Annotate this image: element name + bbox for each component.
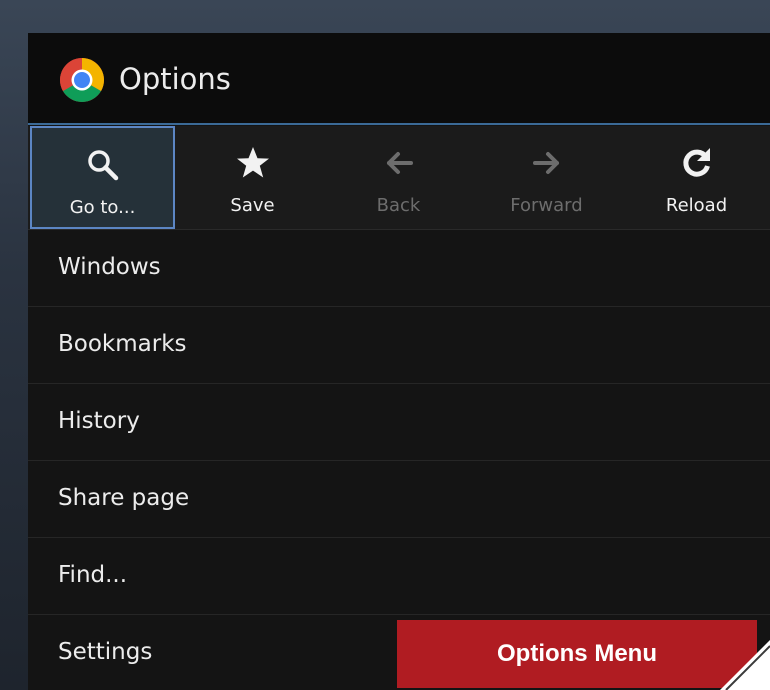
- menu-item-share-page[interactable]: Share page: [28, 461, 770, 538]
- forward-label: Forward: [510, 195, 583, 216]
- menu-item-label: Settings: [58, 639, 153, 665]
- star-icon: [236, 147, 269, 178]
- chrome-logo-icon: [60, 58, 104, 102]
- menu-item-label: Share page: [58, 485, 190, 511]
- menu-item-bookmarks[interactable]: Bookmarks: [28, 307, 770, 384]
- quick-actions-toolbar: Go to... Save Back Forward Reload: [28, 126, 770, 230]
- save-label: Save: [230, 195, 275, 216]
- menu-item-find[interactable]: Find...: [28, 538, 770, 615]
- arrow-left-icon: [386, 152, 413, 174]
- go-to-button[interactable]: Go to...: [30, 126, 175, 229]
- back-button[interactable]: Back: [326, 126, 471, 229]
- reload-icon: [682, 148, 710, 177]
- reload-label: Reload: [665, 195, 728, 216]
- forward-button[interactable]: Forward: [474, 126, 619, 229]
- menu-item-label: History: [58, 408, 140, 434]
- menu-item-windows[interactable]: Windows: [28, 230, 770, 307]
- page-corner-fold: [720, 640, 770, 690]
- arrow-right-icon: [532, 152, 559, 174]
- menu-item-label: Find...: [58, 562, 128, 588]
- menu-item-history[interactable]: History: [28, 384, 770, 461]
- save-button[interactable]: Save: [180, 126, 325, 229]
- menu-title: Options: [119, 62, 231, 96]
- caption-banner: Options Menu: [397, 620, 757, 688]
- go-to-label: Go to...: [69, 197, 136, 218]
- search-icon: [87, 150, 118, 181]
- menu-title-bar: Options: [28, 33, 770, 125]
- menu-item-label: Windows: [58, 254, 161, 280]
- menu-item-label: Bookmarks: [58, 331, 187, 357]
- caption-text: Options Menu: [497, 640, 657, 667]
- reload-button[interactable]: Reload: [624, 126, 769, 229]
- options-menu-panel: Options Go to... Save Back Forward Reloa…: [28, 33, 770, 690]
- back-label: Back: [376, 195, 421, 216]
